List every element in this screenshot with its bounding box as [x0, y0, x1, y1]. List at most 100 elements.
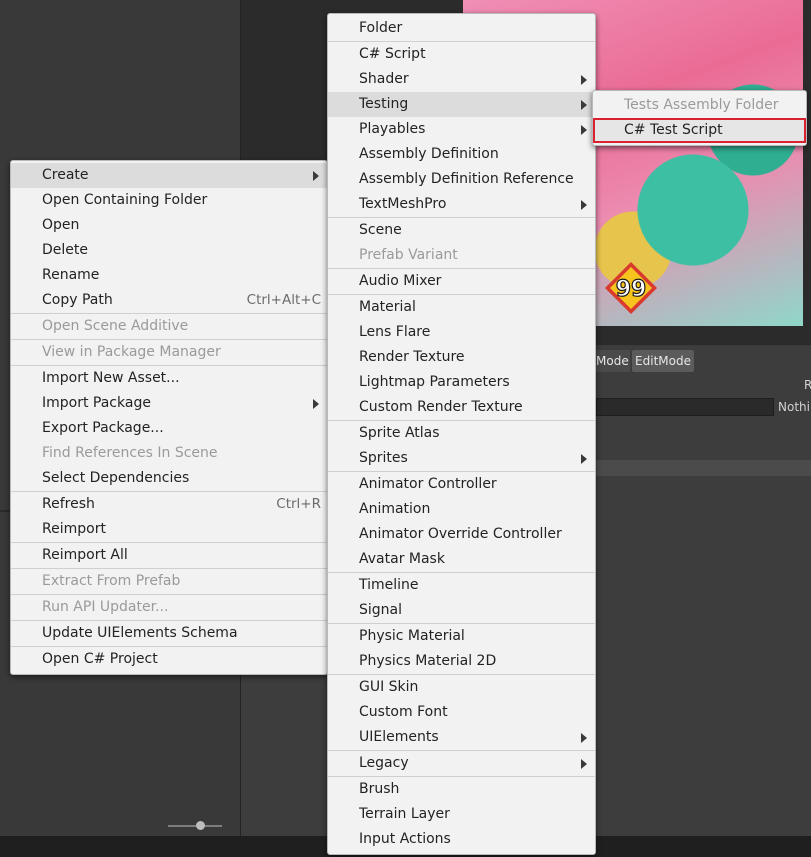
- menu-item-avatar-mask[interactable]: Avatar Mask: [328, 547, 595, 572]
- menu-item-label: Delete: [42, 242, 88, 258]
- menu-item-label: Assembly Definition Reference: [359, 171, 574, 187]
- menu-item-tests-assembly-folder: Tests Assembly Folder: [593, 93, 806, 118]
- menu-item-physics-material-2d[interactable]: Physics Material 2D: [328, 649, 595, 674]
- menu-item-csharp-test-script[interactable]: C# Test Script: [593, 118, 806, 143]
- menu-item-open-containing-folder[interactable]: Open Containing Folder: [11, 188, 327, 213]
- menu-item-label: TextMeshPro: [359, 196, 447, 212]
- menu-item-label: Signal: [359, 602, 403, 618]
- menu-item-open[interactable]: Open: [11, 213, 327, 238]
- menu-item-render-texture[interactable]: Render Texture: [328, 345, 595, 370]
- menu-item-select-dependencies[interactable]: Select Dependencies: [11, 466, 327, 491]
- menu-item-material[interactable]: Material: [328, 295, 595, 320]
- menu-item-playables[interactable]: Playables: [328, 117, 595, 142]
- zoom-slider-handle[interactable]: [196, 821, 205, 830]
- menu-item-assembly-definition-reference[interactable]: Assembly Definition Reference: [328, 167, 595, 192]
- menu-item-delete[interactable]: Delete: [11, 238, 327, 263]
- menu-item-audio-mixer[interactable]: Audio Mixer: [328, 269, 595, 294]
- menu-item-label: Rename: [42, 267, 100, 283]
- menu-item-timeline[interactable]: Timeline: [328, 573, 595, 598]
- menu-item-sprite-atlas[interactable]: Sprite Atlas: [328, 421, 595, 446]
- menu-item-gui-skin[interactable]: GUI Skin: [328, 675, 595, 700]
- menu-item-extract-from-prefab: Extract From Prefab: [11, 569, 327, 594]
- menu-item-open-csharp-project[interactable]: Open C# Project: [11, 647, 327, 672]
- menu-item-label: Sprites: [359, 450, 408, 466]
- menu-item-label: Brush: [359, 781, 400, 797]
- menu-item-brush[interactable]: Brush: [328, 777, 595, 802]
- menu-item-label: Run API Updater...: [42, 599, 169, 615]
- menu-item-rename[interactable]: Rename: [11, 263, 327, 288]
- menu-item-label: C# Script: [359, 46, 426, 62]
- menu-item-label: Open Scene Additive: [42, 318, 189, 334]
- menu-item-lightmap-parameters[interactable]: Lightmap Parameters: [328, 370, 595, 395]
- submenu-arrow-icon: [313, 399, 319, 409]
- menu-item-label: Update UIElements Schema: [42, 625, 238, 641]
- test-list-row[interactable]: [596, 460, 811, 476]
- zoom-slider[interactable]: [168, 825, 222, 827]
- menu-item-label: Extract From Prefab: [42, 573, 181, 589]
- tab-editmode[interactable]: EditMode: [632, 350, 694, 372]
- menu-item-label: Import Package: [42, 395, 151, 411]
- menu-item-label: Animator Controller: [359, 476, 497, 492]
- menu-item-label: Playables: [359, 121, 426, 137]
- menu-item-scene[interactable]: Scene: [328, 218, 595, 243]
- menu-item-textmeshpro[interactable]: TextMeshPro: [328, 192, 595, 217]
- menu-item-label: Material: [359, 299, 416, 315]
- menu-item-label: Lens Flare: [359, 324, 431, 340]
- menu-item-label: C# Test Script: [624, 122, 723, 138]
- submenu-arrow-icon: [581, 733, 587, 743]
- menu-item-label: Export Package...: [42, 420, 164, 436]
- menu-item-physic-material[interactable]: Physic Material: [328, 624, 595, 649]
- menu-item-label: Legacy: [359, 755, 409, 771]
- menu-item-shader[interactable]: Shader: [328, 67, 595, 92]
- menu-item-label: Testing: [359, 96, 409, 112]
- menu-item-copy-path[interactable]: Copy Path Ctrl+Alt+C: [11, 288, 327, 313]
- menu-item-sprites[interactable]: Sprites: [328, 446, 595, 471]
- menu-item-folder[interactable]: Folder: [328, 16, 595, 41]
- menu-item-lens-flare[interactable]: Lens Flare: [328, 320, 595, 345]
- menu-item-animation[interactable]: Animation: [328, 497, 595, 522]
- menu-item-label: Reimport All: [42, 547, 128, 563]
- menu-item-label: Custom Render Texture: [359, 399, 523, 415]
- testing-submenu: Tests Assembly Folder C# Test Script: [592, 90, 807, 146]
- menu-item-label: Shader: [359, 71, 409, 87]
- menu-item-import-package[interactable]: Import Package: [11, 391, 327, 416]
- menu-item-refresh[interactable]: Refresh Ctrl+R: [11, 492, 327, 517]
- menu-item-label: Prefab Variant: [359, 247, 458, 263]
- menu-item-run-api-updater: Run API Updater...: [11, 595, 327, 620]
- menu-item-create[interactable]: Create: [11, 163, 327, 188]
- submenu-arrow-icon: [313, 171, 319, 181]
- menu-item-label: Folder: [359, 20, 403, 36]
- menu-item-label: Tests Assembly Folder: [624, 97, 779, 113]
- menu-item-animator-override-controller[interactable]: Animator Override Controller: [328, 522, 595, 547]
- menu-item-label: Reimport: [42, 521, 106, 537]
- menu-item-signal[interactable]: Signal: [328, 598, 595, 623]
- menu-item-label: Open Containing Folder: [42, 192, 208, 208]
- menu-item-label: Render Texture: [359, 349, 465, 365]
- menu-item-testing[interactable]: Testing: [328, 92, 595, 117]
- menu-item-label: GUI Skin: [359, 679, 419, 695]
- menu-item-uielements[interactable]: UIElements: [328, 725, 595, 750]
- menu-item-reimport-all[interactable]: Reimport All: [11, 543, 327, 568]
- menu-item-custom-font[interactable]: Custom Font: [328, 700, 595, 725]
- search-input[interactable]: [596, 398, 774, 416]
- filter-dropdown[interactable]: Nothin: [778, 398, 811, 416]
- menu-item-terrain-layer[interactable]: Terrain Layer: [328, 802, 595, 827]
- menu-item-reimport[interactable]: Reimport: [11, 517, 327, 542]
- menu-item-label: Copy Path: [42, 292, 113, 308]
- menu-item-input-actions[interactable]: Input Actions: [328, 827, 595, 852]
- menu-item-custom-render-texture[interactable]: Custom Render Texture: [328, 395, 595, 420]
- menu-item-update-uielements-schema[interactable]: Update UIElements Schema: [11, 621, 327, 646]
- menu-item-label: Physics Material 2D: [359, 653, 497, 669]
- menu-item-legacy[interactable]: Legacy: [328, 751, 595, 776]
- menu-item-csharp-script[interactable]: C# Script: [328, 42, 595, 67]
- create-submenu: Folder C# Script Shader Testing Playables Ass…: [327, 13, 596, 855]
- menu-item-assembly-definition[interactable]: Assembly Definition: [328, 142, 595, 167]
- menu-item-label: Animator Override Controller: [359, 526, 562, 542]
- tab-playmode[interactable]: Mode: [596, 350, 630, 372]
- menu-item-label: Create: [42, 167, 89, 183]
- menu-item-label: UIElements: [359, 729, 439, 745]
- menu-item-animator-controller[interactable]: Animator Controller: [328, 472, 595, 497]
- menu-item-import-new-asset[interactable]: Import New Asset...: [11, 366, 327, 391]
- menu-item-open-scene-additive: Open Scene Additive: [11, 314, 327, 339]
- menu-item-export-package[interactable]: Export Package...: [11, 416, 327, 441]
